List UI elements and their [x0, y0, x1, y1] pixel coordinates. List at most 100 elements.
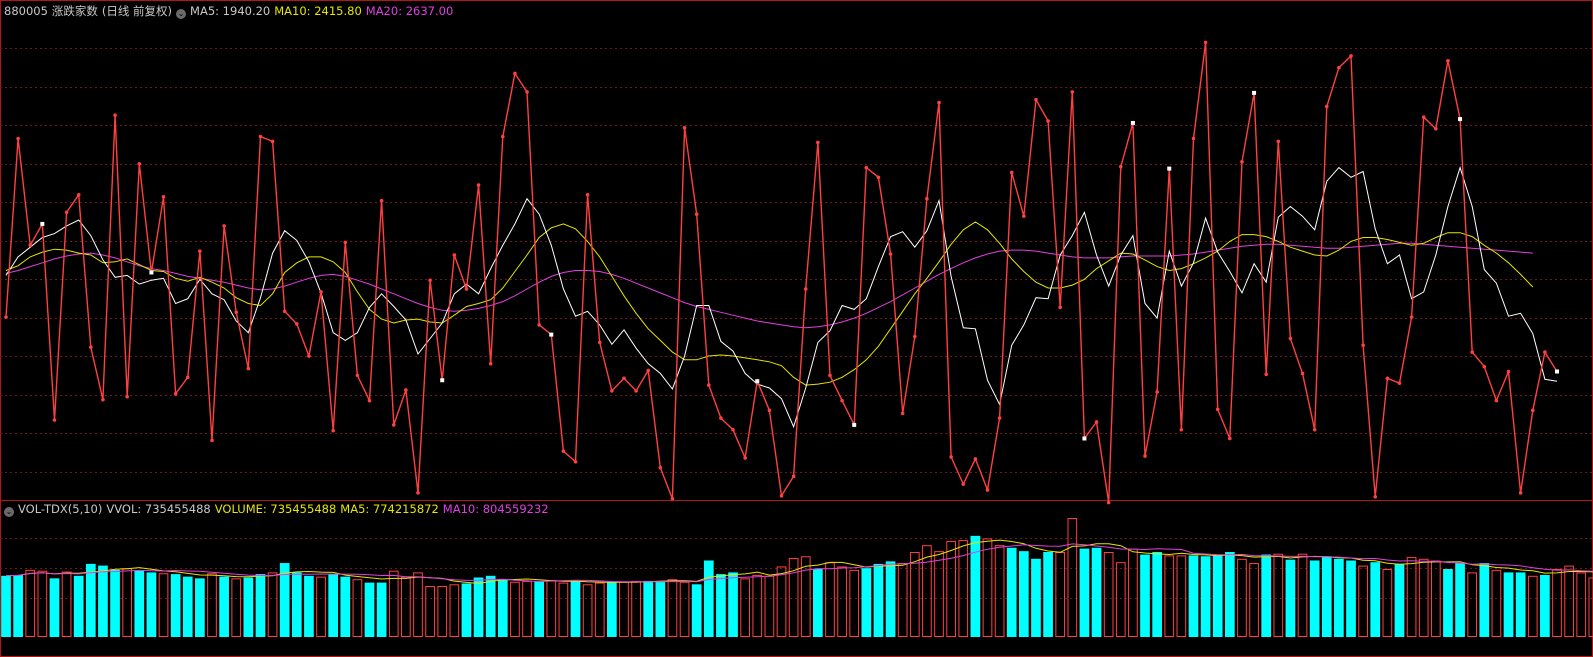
volume-bar: [691, 584, 702, 637]
volume-bar: [909, 552, 920, 637]
data-point: [779, 493, 784, 498]
volume-bar: [1321, 556, 1332, 637]
data-point: [1494, 398, 1499, 403]
volume-bar: [1576, 572, 1587, 638]
data-point: [1349, 54, 1353, 58]
volume-bar: [1467, 572, 1478, 638]
collapse-toggle-icon[interactable]: ⌄: [4, 507, 14, 517]
highlight-point: [440, 378, 445, 383]
highlight-point: [40, 221, 45, 226]
data-point: [1361, 343, 1365, 348]
data-point: [1470, 350, 1474, 354]
volume-bar: [982, 538, 993, 638]
vol-ma10-label: MA10: 804559232: [442, 502, 549, 516]
highlight-point: [1252, 90, 1257, 95]
volume-bar: [85, 563, 96, 637]
data-point: [476, 183, 481, 187]
data-point: [379, 198, 384, 203]
volume-bar: [1370, 562, 1381, 637]
volume-bar: [49, 578, 60, 637]
highlight-point: [1130, 120, 1135, 125]
volume-bar: [1079, 548, 1090, 637]
volume-bar: [485, 575, 496, 637]
data-point: [28, 243, 33, 248]
volume-bar: [1055, 552, 1066, 637]
volume-bar: [255, 574, 266, 637]
volume-bar: [728, 572, 738, 637]
data-point: [1397, 381, 1402, 385]
volume-bar: [849, 569, 860, 637]
volume-bar: [1176, 555, 1187, 638]
volume-bar: [364, 582, 375, 637]
data-point: [840, 398, 844, 403]
volume-bar: [207, 573, 217, 637]
data-point: [1203, 40, 1208, 45]
volume-bar: [897, 563, 908, 637]
data-point: [1022, 214, 1026, 218]
volume-bar: [219, 576, 229, 637]
data-point: [682, 126, 687, 130]
data-point: [501, 134, 505, 139]
data-point: [1434, 126, 1438, 131]
volume-bar: [437, 586, 448, 637]
volume-bar: [1224, 552, 1235, 637]
volume-bar: [1394, 563, 1405, 637]
data-point: [1155, 390, 1159, 394]
volume-bar: [643, 580, 654, 637]
volume-bars: [1, 518, 1593, 638]
volume-bar: [473, 577, 484, 637]
data-point: [828, 373, 832, 378]
highlight-point: [549, 332, 554, 337]
volume-bar: [1188, 555, 1199, 637]
volume-bar: [1152, 552, 1162, 637]
volume-bar: [401, 576, 411, 638]
volume-bar: [1031, 558, 1041, 637]
highlight-point: [1458, 117, 1463, 122]
volume-bar: [267, 572, 278, 638]
data-point: [391, 423, 396, 427]
collapse-toggle-icon[interactable]: ⌄: [176, 9, 187, 19]
volume-label: VOLUME: 735455488: [214, 502, 337, 516]
volume-bar: [122, 568, 133, 638]
data-point: [198, 249, 202, 253]
volume-bar: [13, 574, 23, 637]
ma5-label: MA5: 1940.20: [190, 4, 271, 18]
data-point: [694, 212, 699, 217]
data-point: [282, 309, 287, 314]
volume-bar: [922, 545, 932, 638]
data-point: [137, 161, 142, 166]
highlight-point: [1167, 166, 1172, 171]
data-point: [573, 459, 578, 464]
data-point: [767, 408, 772, 413]
volume-bar: [1115, 562, 1126, 638]
volume-bar: [1164, 555, 1175, 638]
vol-indicator-name: VOL-TDX(5,10): [18, 502, 103, 516]
data-point: [1094, 420, 1099, 424]
data-point: [1288, 336, 1293, 341]
volume-bar: [813, 569, 823, 637]
data-point: [791, 474, 796, 479]
volume-bar: [619, 581, 629, 637]
data-point: [973, 457, 978, 461]
data-point: [997, 416, 1002, 420]
volume-bar: [340, 576, 351, 637]
volume-bar: [413, 572, 423, 638]
data-point: [452, 253, 457, 257]
data-point: [64, 210, 69, 215]
data-point: [246, 366, 251, 371]
data-point: [1143, 454, 1147, 458]
volume-bar: [243, 577, 254, 637]
data-point: [1506, 369, 1511, 374]
volume-bar: [110, 569, 120, 637]
data-point: [610, 389, 614, 393]
data-point: [1543, 350, 1547, 354]
data-point: [52, 418, 57, 422]
data-point: [912, 334, 917, 339]
data-point: [1046, 119, 1050, 123]
data-point: [1034, 97, 1038, 102]
volume-bar: [461, 583, 472, 637]
data-point: [803, 287, 808, 291]
data-point: [1385, 376, 1390, 381]
data-point: [1409, 315, 1414, 319]
data-point: [1530, 408, 1535, 413]
